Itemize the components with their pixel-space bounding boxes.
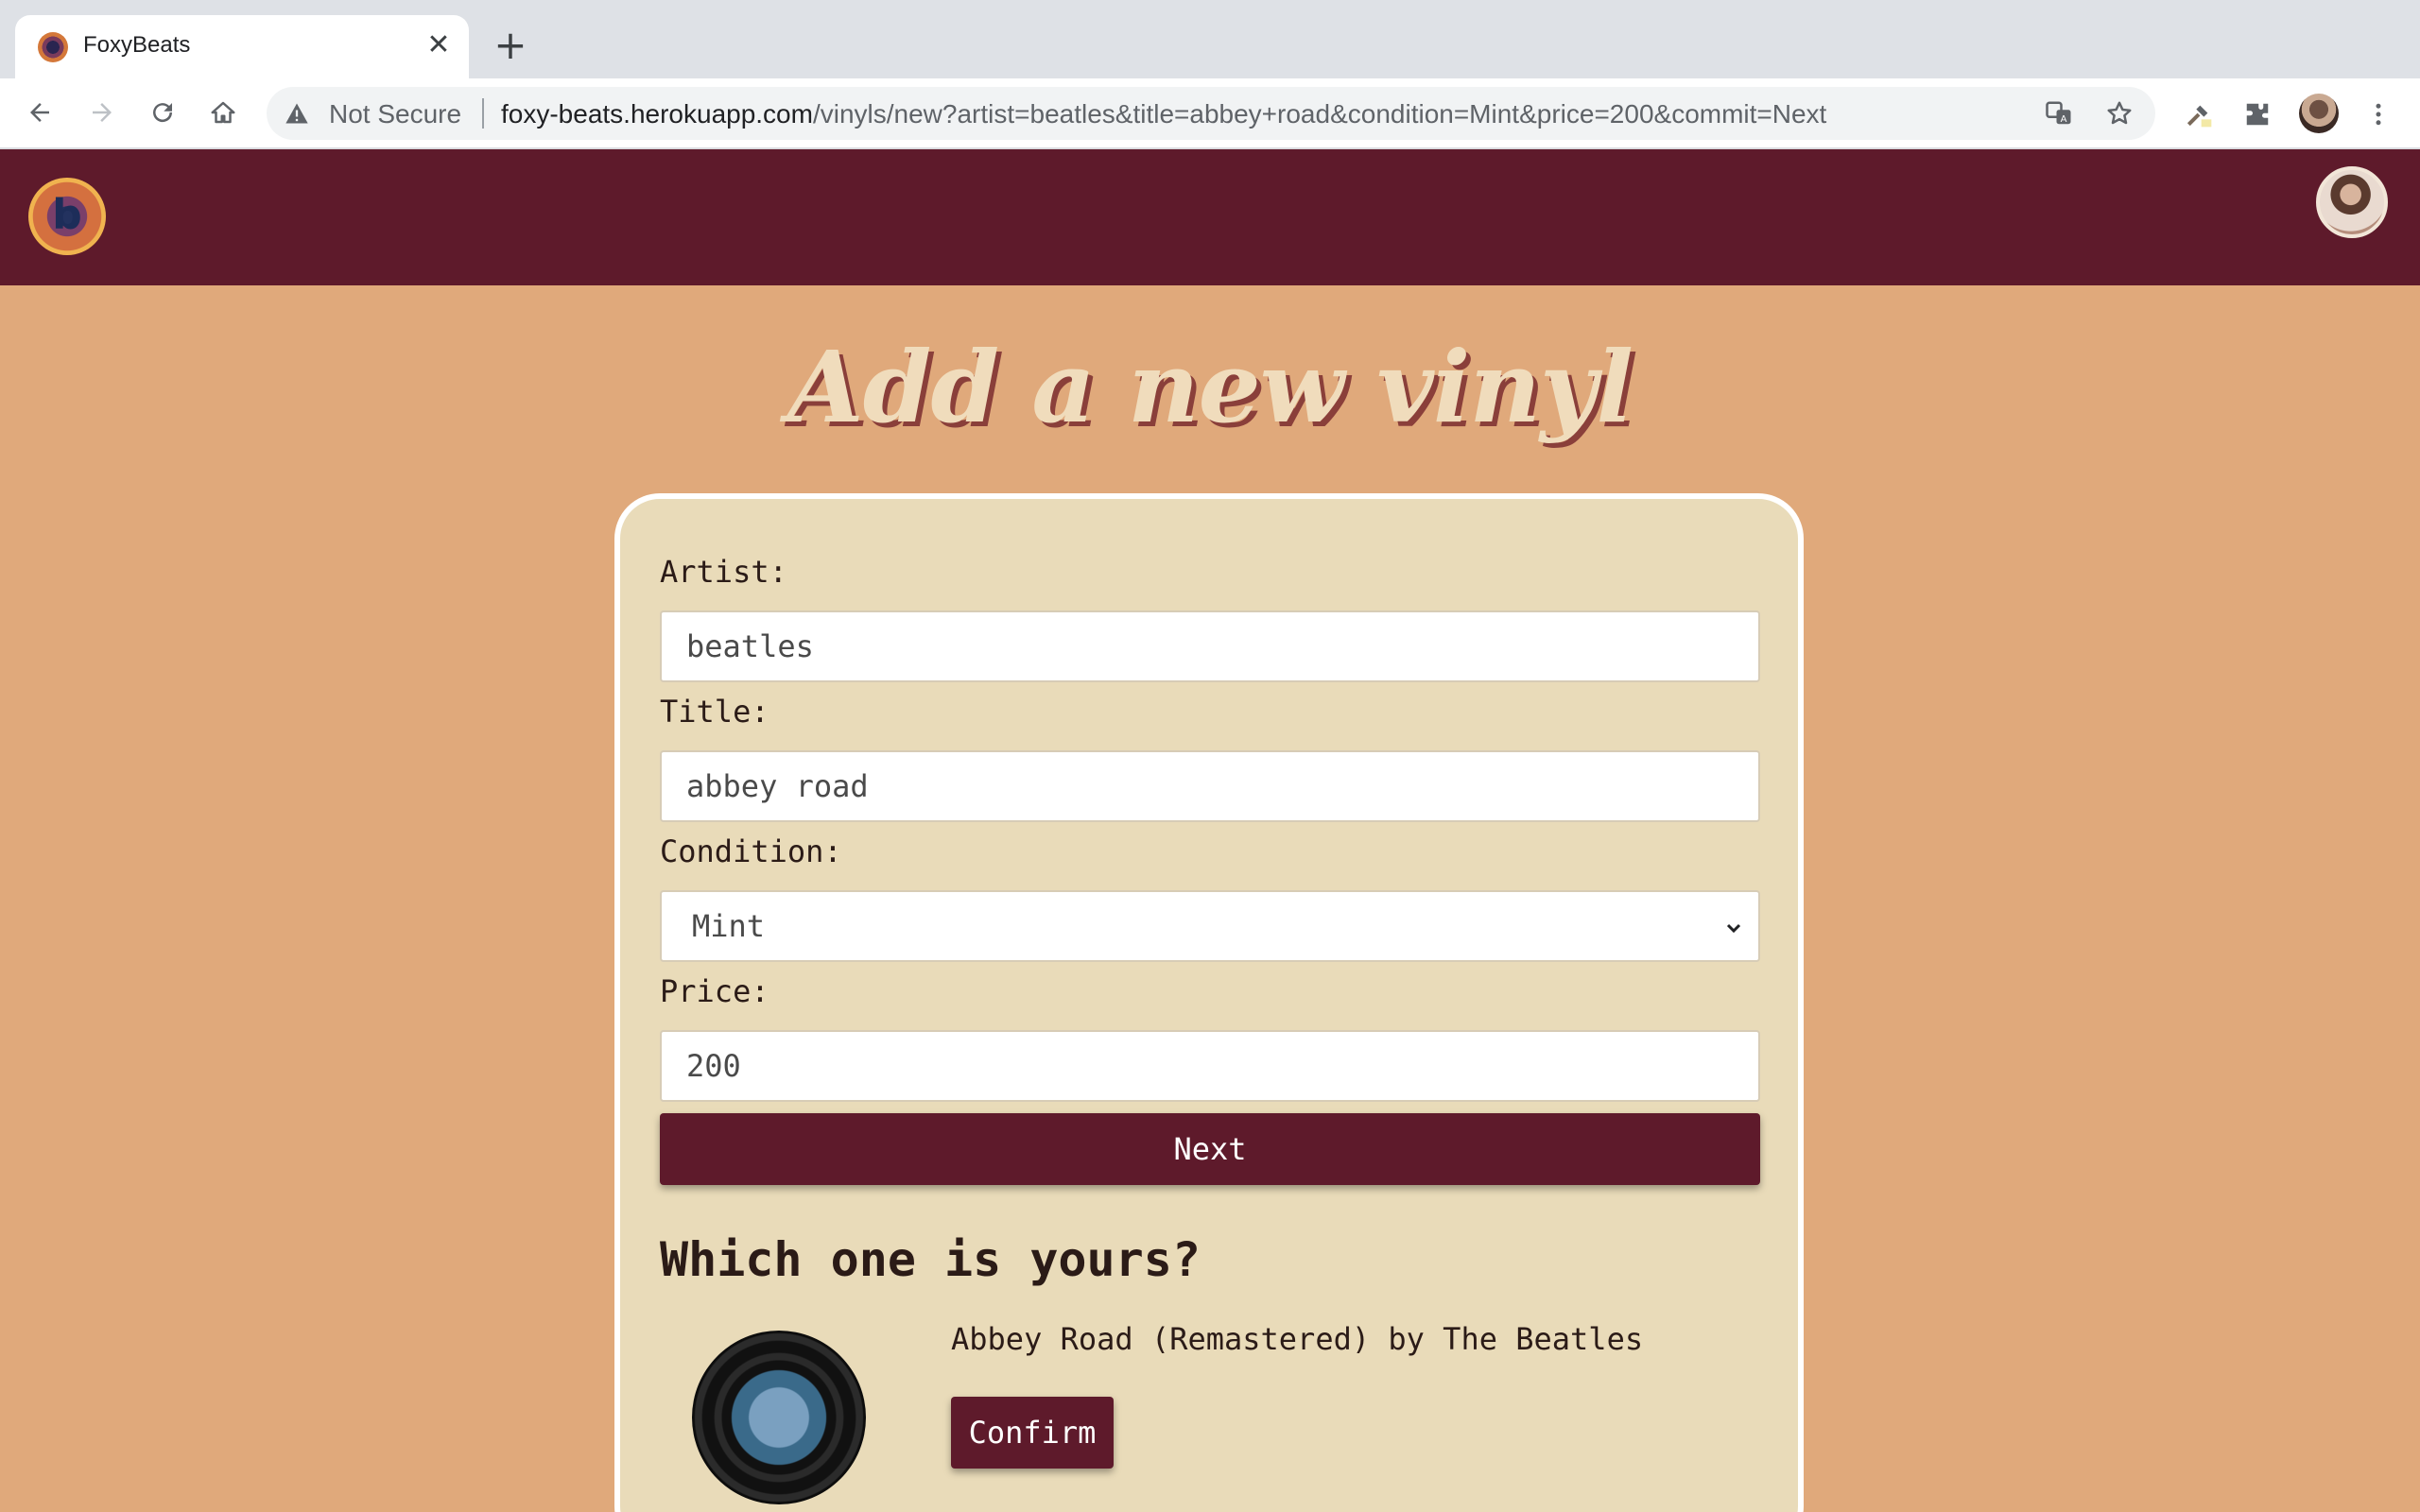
user-avatar[interactable]	[2316, 166, 2388, 238]
next-button[interactable]: Next	[660, 1113, 1760, 1185]
forward-icon[interactable]	[81, 92, 123, 133]
page-title: Add a new vinyl	[787, 329, 1634, 445]
results-heading: Which one is yours?	[660, 1232, 1201, 1287]
title-label: Title:	[660, 694, 769, 730]
omnibox-divider	[482, 98, 484, 129]
foxybeats-logo[interactable]: b	[28, 178, 106, 255]
close-tab-icon[interactable]: ✕	[422, 28, 456, 62]
translate-icon[interactable]: A	[2042, 96, 2076, 130]
eyedropper-icon[interactable]	[2180, 95, 2218, 133]
star-icon[interactable]	[2102, 96, 2136, 130]
condition-selected-value: Mint	[692, 908, 766, 944]
browser-profile-avatar[interactable]	[2299, 94, 2339, 133]
reload-icon[interactable]	[142, 92, 183, 133]
browser-tab-bar: FoxyBeats ✕ +	[0, 0, 2420, 78]
address-bar[interactable]: Not Secure foxy-beats.herokuapp.com/viny…	[267, 87, 2155, 140]
back-icon[interactable]	[19, 92, 60, 133]
security-label[interactable]: Not Secure	[329, 99, 461, 129]
condition-select[interactable]: Mint	[660, 890, 1760, 962]
title-input[interactable]: abbey road	[660, 750, 1760, 822]
chevron-down-icon	[1726, 923, 1741, 934]
browser-toolbar: Not Secure foxy-beats.herokuapp.com/viny…	[0, 78, 2420, 149]
artist-input[interactable]: beatles	[660, 610, 1760, 682]
vinyl-record-image	[692, 1331, 866, 1504]
logo-letter-icon: b	[52, 190, 82, 239]
price-label: Price:	[660, 973, 769, 1009]
puzzle-icon[interactable]	[2238, 95, 2276, 133]
url-path: /vinyls/new?artist=beatles&title=abbey+r…	[812, 99, 1827, 129]
kebab-menu-icon[interactable]	[2360, 95, 2397, 133]
result-description: Abbey Road (Remastered) by The Beatles	[951, 1321, 1644, 1357]
new-tab-icon[interactable]: +	[488, 25, 533, 70]
url-host: foxy-beats.herokuapp.com	[501, 99, 813, 129]
new-vinyl-form-card: Artist: beatles Title: abbey road Condit…	[614, 493, 1804, 1512]
confirm-button[interactable]: Confirm	[951, 1397, 1114, 1469]
artist-label: Artist:	[660, 554, 787, 590]
warning-icon	[285, 103, 308, 124]
favicon-icon	[38, 32, 68, 62]
app-header: b	[0, 149, 2420, 285]
svg-text:A: A	[2061, 114, 2067, 125]
browser-tab[interactable]: FoxyBeats ✕	[15, 15, 469, 78]
condition-label: Condition:	[660, 833, 842, 869]
price-input[interactable]: 200	[660, 1030, 1760, 1102]
url-text[interactable]: foxy-beats.herokuapp.com/vinyls/new?arti…	[501, 99, 1826, 129]
home-icon[interactable]	[202, 92, 244, 133]
tab-title: FoxyBeats	[83, 32, 191, 58]
